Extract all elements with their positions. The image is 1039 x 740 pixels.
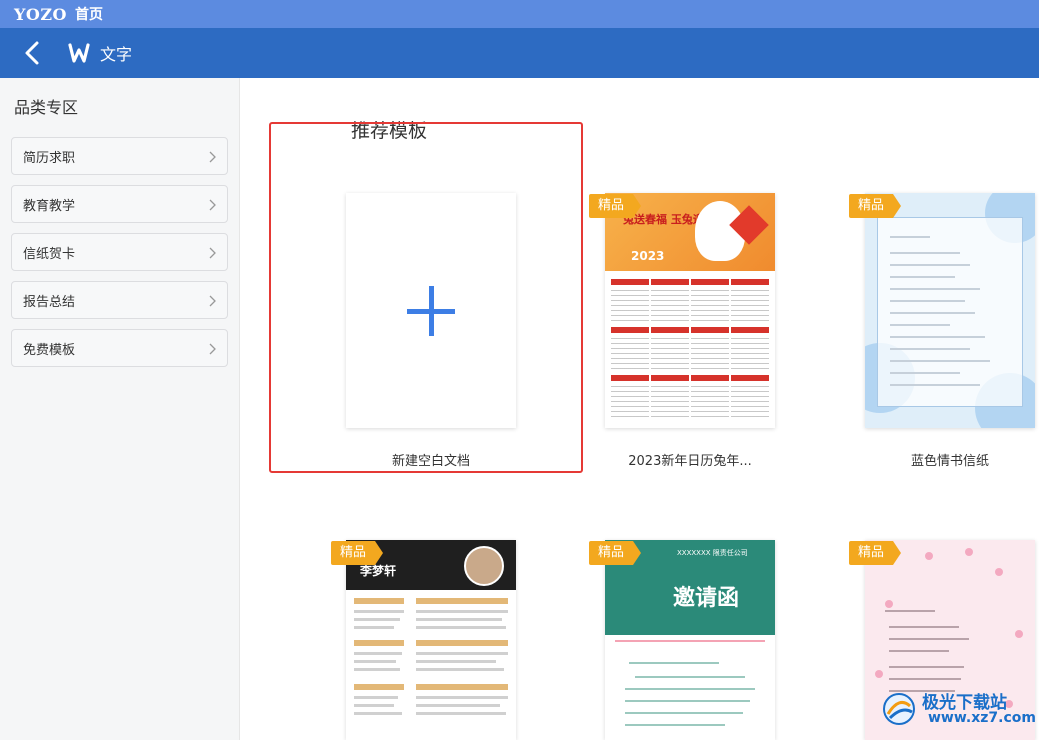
premium-badge: 精品 bbox=[331, 541, 383, 565]
template-card-invitation[interactable]: XXXXXXX 限责任公司 邀请函 bbox=[605, 540, 775, 740]
sidebar-item-label: 报告总结 bbox=[23, 294, 76, 310]
chevron-right-icon bbox=[209, 343, 216, 355]
sidebar-item-letter-cards[interactable]: 信纸贺卡 bbox=[11, 233, 228, 271]
home-link[interactable]: 首页 bbox=[75, 4, 103, 24]
invitation-company: XXXXXXX 限责任公司 bbox=[677, 549, 748, 557]
invitation-title: 邀请函 bbox=[673, 586, 740, 611]
template-label: 2023新年日历兔年... bbox=[628, 454, 752, 469]
chevron-right-icon bbox=[209, 247, 216, 259]
sidebar-item-label: 信纸贺卡 bbox=[23, 246, 76, 262]
sidebar-title: 品类专区 bbox=[14, 98, 79, 117]
sidebar-item-resume[interactable]: 简历求职 bbox=[11, 137, 228, 175]
watermark-url: www.xz7.com bbox=[928, 710, 1036, 726]
sidebar-item-label: 免费模板 bbox=[23, 342, 76, 358]
sidebar-item-free-templates[interactable]: 免费模板 bbox=[11, 329, 228, 367]
nav-bar: 文字 bbox=[0, 28, 1039, 78]
page-title: 文字 bbox=[100, 45, 133, 64]
category-sidebar: 品类专区 简历求职 教育教学 信纸贺卡 报告总结 免费模板 bbox=[0, 78, 240, 740]
site-watermark: 极光下载站 www.xz7.com bbox=[880, 688, 1036, 732]
chevron-right-icon bbox=[209, 151, 216, 163]
avatar bbox=[464, 546, 504, 586]
brand-logo: YOZO bbox=[14, 4, 67, 24]
calendar-year: 2023 bbox=[631, 249, 665, 263]
template-card-resume[interactable]: 李梦轩 bbox=[346, 540, 516, 740]
premium-badge: 精品 bbox=[849, 541, 901, 565]
sidebar-item-reports[interactable]: 报告总结 bbox=[11, 281, 228, 319]
new-blank-document-card[interactable] bbox=[346, 193, 516, 428]
sidebar-item-label: 简历求职 bbox=[23, 150, 76, 166]
sidebar-item-education[interactable]: 教育教学 bbox=[11, 185, 228, 223]
sidebar-item-label: 教育教学 bbox=[23, 198, 76, 214]
template-gallery: 推荐模板 新建空白文档 精品 兔送春福 玉兔迎春到 2023 2023新年日历兔… bbox=[241, 78, 1039, 740]
back-arrow-icon[interactable] bbox=[20, 40, 46, 66]
premium-badge: 精品 bbox=[589, 541, 641, 565]
premium-badge: 精品 bbox=[589, 194, 641, 218]
premium-badge: 精品 bbox=[849, 194, 901, 218]
chevron-right-icon bbox=[209, 295, 216, 307]
app-titlebar: YOZO 首页 bbox=[0, 0, 1039, 28]
template-label: 蓝色情书信纸 bbox=[910, 454, 989, 469]
chevron-right-icon bbox=[209, 199, 216, 211]
w-logo-icon bbox=[68, 43, 90, 63]
watermark-logo-icon bbox=[883, 693, 915, 725]
template-card-blue-letter[interactable] bbox=[865, 193, 1035, 428]
letter-paper bbox=[877, 217, 1023, 407]
template-card-calendar[interactable]: 兔送春福 玉兔迎春到 2023 bbox=[605, 193, 775, 428]
template-label: 新建空白文档 bbox=[391, 454, 470, 469]
